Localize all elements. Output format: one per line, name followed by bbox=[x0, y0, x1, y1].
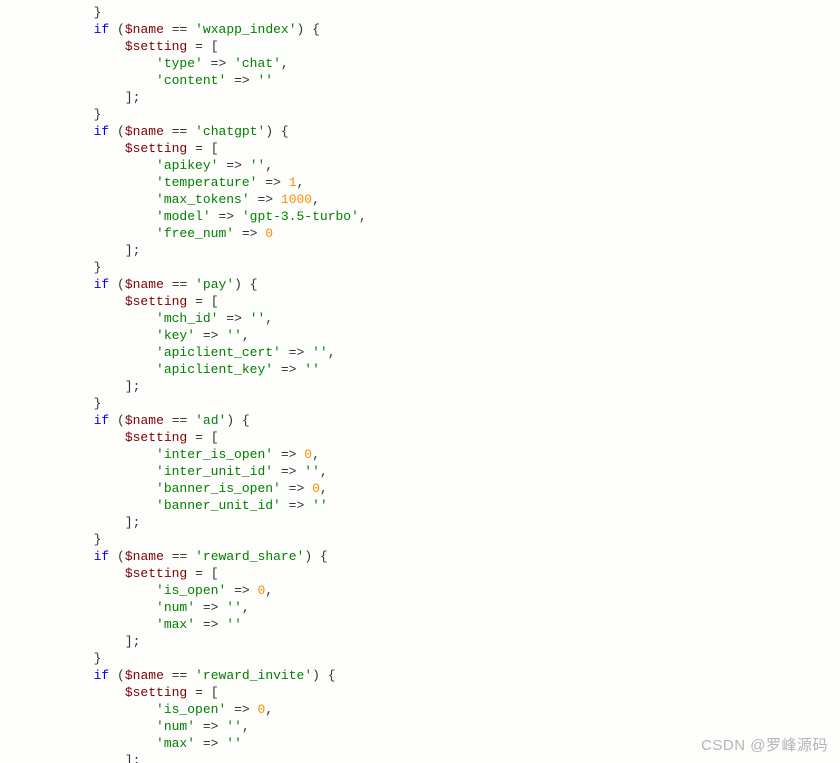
var-setting: $setting bbox=[125, 39, 187, 54]
brace: } bbox=[94, 5, 102, 20]
var-name: $name bbox=[125, 22, 164, 37]
kw-if: if bbox=[94, 22, 110, 37]
code-block: } if ($name == 'wxapp_index') { $setting… bbox=[0, 0, 840, 763]
